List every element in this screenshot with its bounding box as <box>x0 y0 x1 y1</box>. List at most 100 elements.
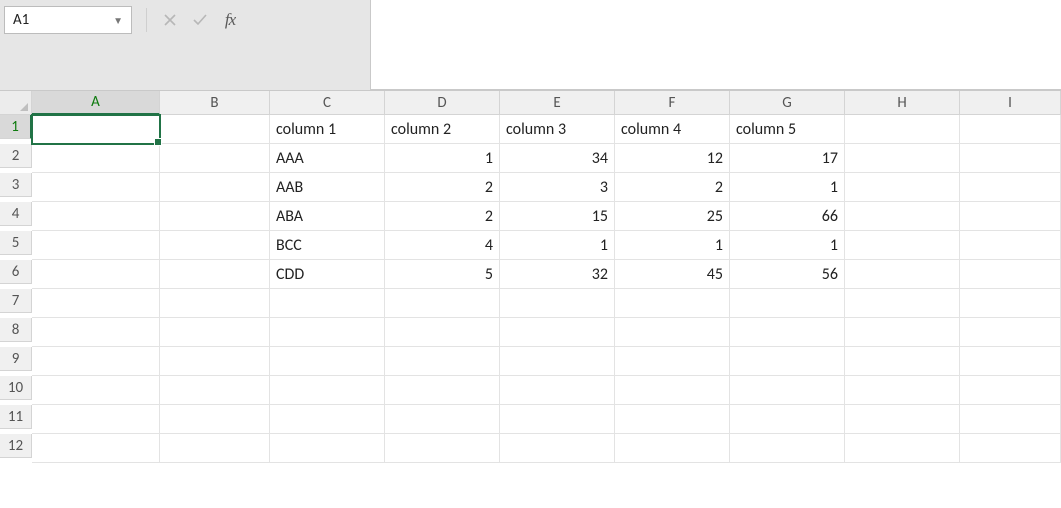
cell-G4[interactable]: 66 <box>730 202 845 231</box>
cell-C5[interactable]: BCC <box>270 231 385 260</box>
cell-D8[interactable] <box>385 318 500 347</box>
cell-C1[interactable]: column 1 <box>270 115 385 144</box>
cell-E4[interactable]: 15 <box>500 202 615 231</box>
cell-B8[interactable] <box>160 318 270 347</box>
cell-C4[interactable]: ABA <box>270 202 385 231</box>
cell-H10[interactable] <box>845 376 960 405</box>
cell-E1[interactable]: column 3 <box>500 115 615 144</box>
cell-F12[interactable] <box>615 434 730 463</box>
cell-H11[interactable] <box>845 405 960 434</box>
cell-F3[interactable]: 2 <box>615 173 730 202</box>
row-header-6[interactable]: 6 <box>0 260 32 284</box>
column-header-E[interactable]: E <box>500 91 615 115</box>
cell-E10[interactable] <box>500 376 615 405</box>
cell-I6[interactable] <box>960 260 1061 289</box>
row-header-5[interactable]: 5 <box>0 231 32 255</box>
cell-B10[interactable] <box>160 376 270 405</box>
fx-icon[interactable]: fx <box>215 6 245 34</box>
cell-G2[interactable]: 17 <box>730 144 845 173</box>
chevron-down-icon[interactable]: ▼ <box>113 14 123 27</box>
cell-D1[interactable]: column 2 <box>385 115 500 144</box>
row-header-3[interactable]: 3 <box>0 173 32 197</box>
cell-A12[interactable] <box>32 434 160 463</box>
select-all-corner[interactable] <box>0 91 32 115</box>
column-header-F[interactable]: F <box>615 91 730 115</box>
cell-F7[interactable] <box>615 289 730 318</box>
cell-C10[interactable] <box>270 376 385 405</box>
cell-B1[interactable] <box>160 115 270 144</box>
cell-H3[interactable] <box>845 173 960 202</box>
cell-G10[interactable] <box>730 376 845 405</box>
cell-D9[interactable] <box>385 347 500 376</box>
column-header-B[interactable]: B <box>160 91 270 115</box>
cell-H8[interactable] <box>845 318 960 347</box>
cell-C9[interactable] <box>270 347 385 376</box>
column-header-G[interactable]: G <box>730 91 845 115</box>
cell-A4[interactable] <box>32 202 160 231</box>
cell-G12[interactable] <box>730 434 845 463</box>
cell-H12[interactable] <box>845 434 960 463</box>
cell-E12[interactable] <box>500 434 615 463</box>
cell-C8[interactable] <box>270 318 385 347</box>
column-header-H[interactable]: H <box>845 91 960 115</box>
cell-B4[interactable] <box>160 202 270 231</box>
cell-F6[interactable]: 45 <box>615 260 730 289</box>
cell-I11[interactable] <box>960 405 1061 434</box>
cell-F9[interactable] <box>615 347 730 376</box>
cell-B11[interactable] <box>160 405 270 434</box>
cell-A5[interactable] <box>32 231 160 260</box>
cell-C3[interactable]: AAB <box>270 173 385 202</box>
cell-B5[interactable] <box>160 231 270 260</box>
cell-F11[interactable] <box>615 405 730 434</box>
cell-D12[interactable] <box>385 434 500 463</box>
cell-C6[interactable]: CDD <box>270 260 385 289</box>
cell-A6[interactable] <box>32 260 160 289</box>
column-header-D[interactable]: D <box>385 91 500 115</box>
cell-E3[interactable]: 3 <box>500 173 615 202</box>
cell-E6[interactable]: 32 <box>500 260 615 289</box>
cell-H7[interactable] <box>845 289 960 318</box>
name-box[interactable]: A1 ▼ <box>4 6 132 34</box>
cell-E7[interactable] <box>500 289 615 318</box>
cell-I4[interactable] <box>960 202 1061 231</box>
row-header-4[interactable]: 4 <box>0 202 32 226</box>
cell-D7[interactable] <box>385 289 500 318</box>
cell-E5[interactable]: 1 <box>500 231 615 260</box>
cell-I7[interactable] <box>960 289 1061 318</box>
cell-D10[interactable] <box>385 376 500 405</box>
row-header-7[interactable]: 7 <box>0 289 32 313</box>
cell-F10[interactable] <box>615 376 730 405</box>
cell-B3[interactable] <box>160 173 270 202</box>
cell-B12[interactable] <box>160 434 270 463</box>
cell-I2[interactable] <box>960 144 1061 173</box>
cell-C12[interactable] <box>270 434 385 463</box>
cell-A2[interactable] <box>32 144 160 173</box>
cell-E2[interactable]: 34 <box>500 144 615 173</box>
cell-A8[interactable] <box>32 318 160 347</box>
cell-A11[interactable] <box>32 405 160 434</box>
cell-G1[interactable]: column 5 <box>730 115 845 144</box>
cell-F8[interactable] <box>615 318 730 347</box>
cell-A1[interactable] <box>32 115 160 144</box>
cell-D4[interactable]: 2 <box>385 202 500 231</box>
cell-I10[interactable] <box>960 376 1061 405</box>
cell-G5[interactable]: 1 <box>730 231 845 260</box>
row-header-10[interactable]: 10 <box>0 376 32 400</box>
cell-E9[interactable] <box>500 347 615 376</box>
cell-H6[interactable] <box>845 260 960 289</box>
column-header-I[interactable]: I <box>960 91 1061 115</box>
cell-F2[interactable]: 12 <box>615 144 730 173</box>
cell-E11[interactable] <box>500 405 615 434</box>
cell-H4[interactable] <box>845 202 960 231</box>
cell-F4[interactable]: 25 <box>615 202 730 231</box>
row-header-9[interactable]: 9 <box>0 347 32 371</box>
cell-I9[interactable] <box>960 347 1061 376</box>
cell-D2[interactable]: 1 <box>385 144 500 173</box>
cell-F1[interactable]: column 4 <box>615 115 730 144</box>
cell-E8[interactable] <box>500 318 615 347</box>
cell-I12[interactable] <box>960 434 1061 463</box>
cell-H1[interactable] <box>845 115 960 144</box>
cell-B7[interactable] <box>160 289 270 318</box>
row-header-2[interactable]: 2 <box>0 144 32 168</box>
cell-A3[interactable] <box>32 173 160 202</box>
